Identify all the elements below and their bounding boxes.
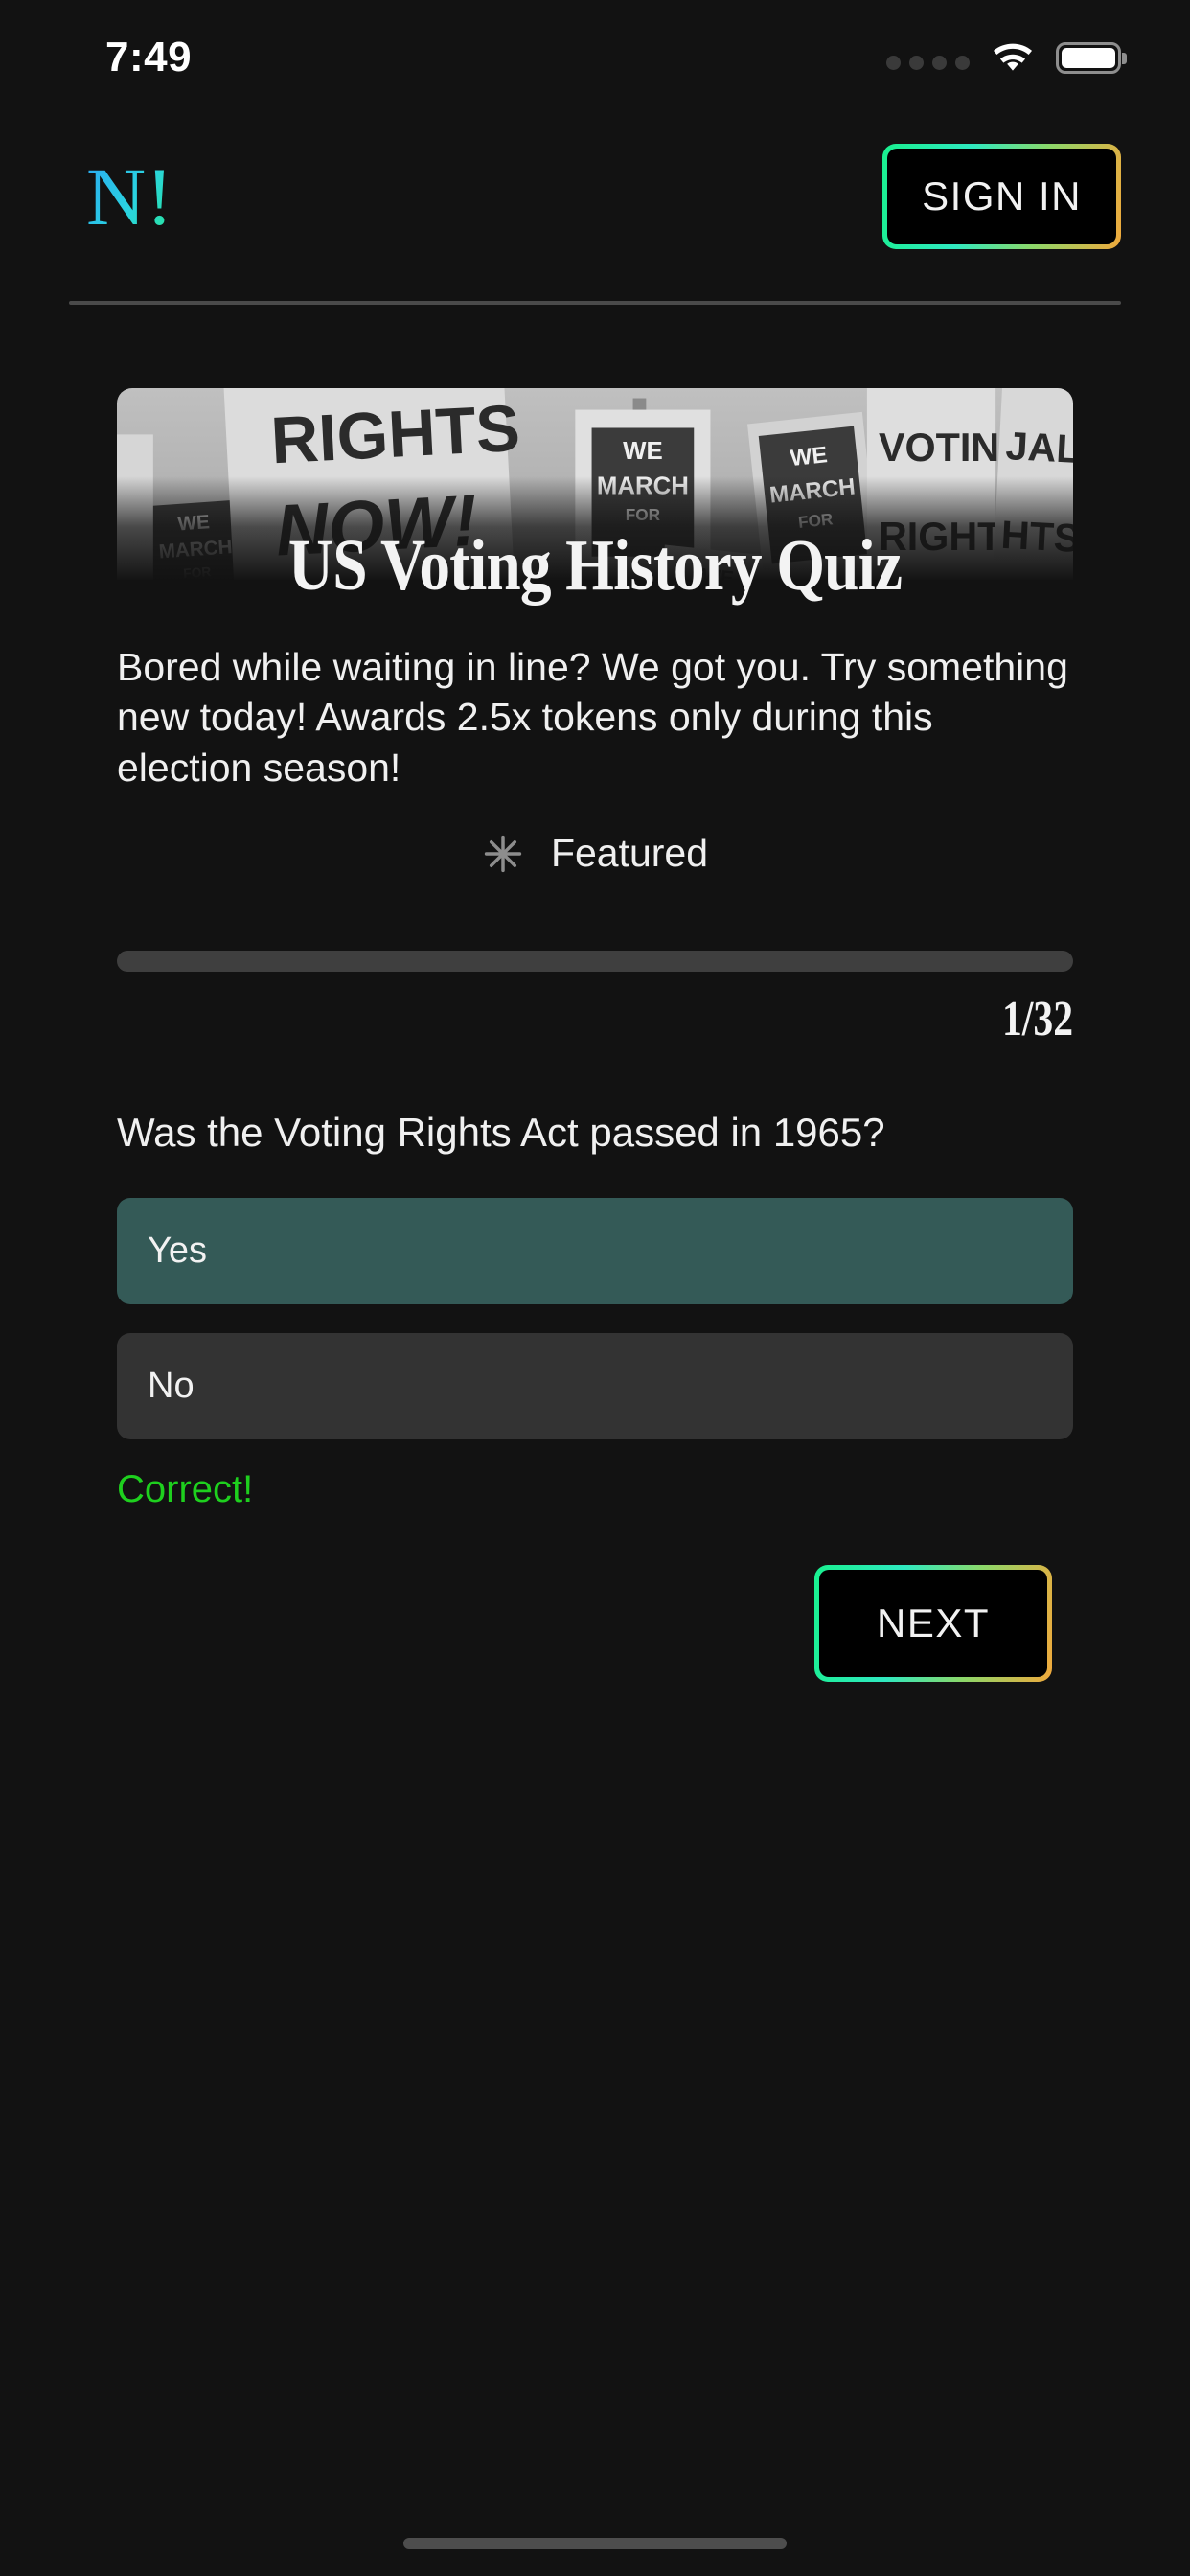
answer-feedback: Correct! bbox=[117, 1467, 254, 1510]
header-divider bbox=[69, 301, 1121, 305]
battery-full-icon bbox=[1056, 42, 1121, 74]
svg-text:WE: WE bbox=[789, 442, 828, 472]
svg-text:RIGHTS: RIGHTS bbox=[269, 391, 522, 478]
svg-text:JAL: JAL bbox=[1005, 424, 1073, 472]
answer-option-label: Yes bbox=[148, 1230, 207, 1271]
wifi-icon bbox=[993, 43, 1033, 71]
next-button-row: NEXT bbox=[117, 1564, 1073, 1682]
sign-in-button-label: SIGN IN bbox=[887, 149, 1116, 244]
status-time: 7:49 bbox=[105, 34, 193, 80]
app-header: N! SIGN IN bbox=[0, 115, 1190, 259]
svg-text:FOR: FOR bbox=[626, 505, 661, 524]
answer-options-list: Yes No bbox=[117, 1197, 1073, 1439]
next-button-label: NEXT bbox=[818, 1569, 1047, 1677]
question-block: Was the Voting Rights Act passed in 1965… bbox=[0, 1109, 1190, 1682]
svg-text:WE: WE bbox=[623, 438, 663, 465]
status-icons bbox=[886, 41, 1121, 74]
quiz-progress: 1/32 bbox=[0, 951, 1190, 1047]
featured-label: Featured bbox=[550, 831, 709, 876]
asterisk-icon bbox=[484, 835, 522, 873]
progress-counter: 1/32 bbox=[1002, 992, 1073, 1047]
answer-option-label: No bbox=[148, 1365, 195, 1406]
question-text: Was the Voting Rights Act passed in 1965… bbox=[117, 1110, 885, 1156]
svg-text:MARCH: MARCH bbox=[597, 472, 689, 499]
answer-option-no[interactable]: No bbox=[117, 1332, 1073, 1439]
home-indicator bbox=[403, 2538, 787, 2549]
brand-logo[interactable]: N! bbox=[86, 155, 173, 238]
next-button[interactable]: NEXT bbox=[813, 1564, 1052, 1682]
signal-dots-icon bbox=[886, 56, 970, 74]
quiz-title: US Voting History Quiz bbox=[287, 525, 903, 606]
quiz-description: Bored while waiting in line? We got you.… bbox=[117, 645, 1068, 790]
featured-badge: Featured bbox=[0, 831, 1190, 876]
progress-bar-track bbox=[117, 951, 1073, 973]
status-bar: 7:49 bbox=[0, 0, 1190, 115]
sign-in-button[interactable]: SIGN IN bbox=[882, 144, 1121, 249]
answer-option-yes[interactable]: Yes bbox=[117, 1197, 1073, 1304]
